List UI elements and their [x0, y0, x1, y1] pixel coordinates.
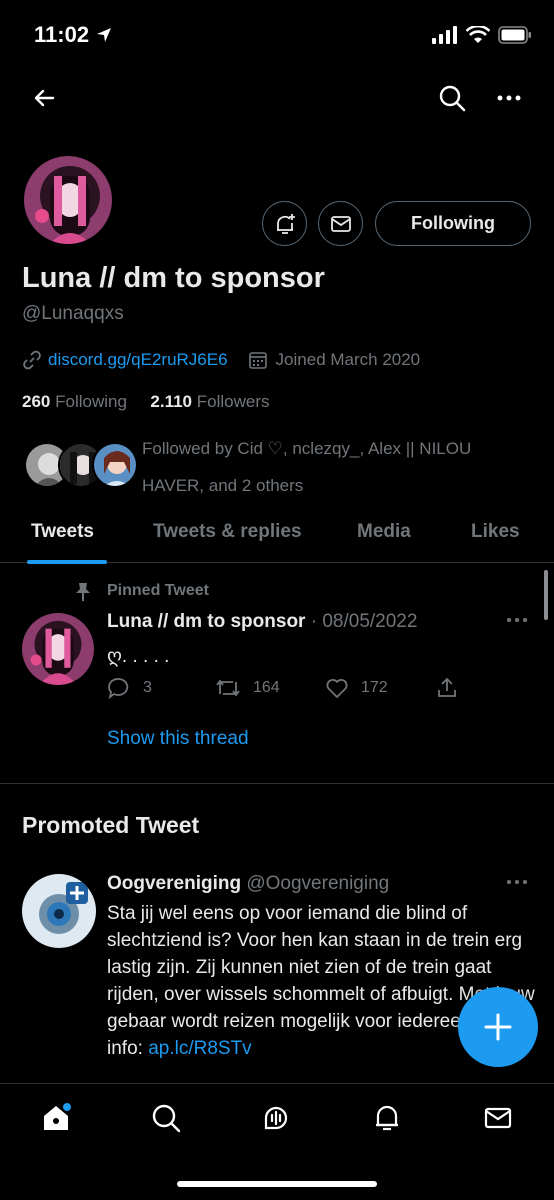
active-tab-indicator — [27, 560, 107, 564]
following-button[interactable]: Following — [375, 201, 531, 246]
profile-meta: discord.gg/qE2ruRJ6E6 Joined March 2020 — [22, 350, 420, 370]
profile-avatar[interactable] — [22, 154, 114, 246]
retweet-count: 164 — [253, 679, 280, 696]
promoted-header: Oogvereniging @Oogvereniging — [107, 873, 389, 895]
calendar-icon — [248, 352, 267, 369]
promoted-author-name[interactable]: Oogvereniging — [107, 873, 241, 894]
tab-likes[interactable]: Likes — [471, 521, 520, 543]
pinned-tweet-label: Pinned Tweet — [107, 582, 209, 599]
followers-count-link[interactable]: 2.110 Followers — [150, 392, 269, 411]
tweet-actions: 3 164 172 — [107, 676, 467, 704]
tweet-date: · 08/05/2022 — [310, 611, 418, 632]
tab-tweets-replies[interactable]: Tweets & replies — [153, 521, 302, 543]
scrollbar[interactable] — [544, 570, 548, 620]
like-count: 172 — [361, 679, 388, 696]
spaces-icon — [264, 1106, 288, 1130]
tweet-header: Luna // dm to sponsor · 08/05/2022 — [107, 611, 417, 633]
divider — [0, 783, 554, 784]
back-arrow-icon[interactable] — [32, 86, 56, 110]
status-time: 11:02 — [34, 22, 90, 47]
share-action[interactable] — [435, 676, 459, 700]
wifi-icon — [466, 26, 490, 43]
home-icon — [44, 1103, 71, 1130]
reply-icon — [108, 678, 129, 700]
show-thread-link[interactable]: Show this thread — [107, 728, 249, 750]
following-count-link[interactable]: 260 Following — [22, 392, 127, 411]
heart-icon — [326, 679, 348, 698]
share-icon — [438, 677, 456, 697]
more-icon[interactable] — [496, 86, 522, 110]
link-icon — [23, 350, 41, 370]
like-action[interactable]: 172 — [325, 676, 388, 700]
promoted-section-title: Promoted Tweet — [22, 812, 200, 838]
tweet-more-icon[interactable] — [506, 616, 528, 624]
follow-counts: 260 Following 2.110 Followers — [22, 392, 269, 412]
followed-by-row[interactable]: Followed by Cid ♡, nclezqy_, Alex || NIL… — [22, 430, 532, 500]
location-arrow-icon — [97, 28, 111, 42]
nav-spaces[interactable] — [260, 1102, 292, 1139]
promoted-link[interactable]: ap.lc/R8STv — [148, 1038, 251, 1059]
plus-icon — [484, 1013, 512, 1041]
notifications-icon — [376, 1105, 398, 1131]
reply-count: 3 — [143, 679, 152, 696]
nav-home[interactable] — [40, 1102, 72, 1139]
promoted-author-handle: @Oogvereniging — [246, 873, 390, 894]
followed-by-text: Followed by Cid ♡, nclezqy_, Alex || NIL… — [142, 439, 472, 495]
profile-tabs: Tweets Tweets & replies Media Likes — [0, 505, 554, 564]
promoted-more-icon[interactable] — [506, 878, 528, 886]
tweet-author-name[interactable]: Luna // dm to sponsor — [107, 611, 305, 632]
messages-icon — [484, 1107, 512, 1129]
nav-messages[interactable] — [482, 1102, 514, 1139]
tab-media[interactable]: Media — [357, 521, 411, 543]
followers-count: 2.110 — [150, 392, 192, 411]
search-icon[interactable] — [438, 84, 466, 112]
profile-name: Luna // dm to sponsor — [22, 262, 325, 294]
status-bar: 11:02 — [0, 0, 554, 70]
tweet-author-avatar[interactable] — [22, 613, 94, 685]
battery-icon — [498, 26, 531, 44]
compose-tweet-button[interactable] — [458, 987, 538, 1067]
message-button[interactable] — [318, 201, 363, 246]
nav-search[interactable] — [150, 1102, 182, 1139]
tab-tweets[interactable]: Tweets — [31, 521, 94, 543]
following-label: Following — [55, 392, 127, 411]
home-indicator[interactable] — [177, 1181, 377, 1187]
status-icons — [432, 26, 532, 44]
nav-notifications[interactable] — [371, 1102, 403, 1139]
bell-plus-icon — [276, 213, 295, 234]
reply-action[interactable]: 3 — [107, 676, 152, 700]
signal-icon — [432, 26, 457, 44]
retweet-action[interactable]: 164 — [215, 676, 280, 700]
notifications-toggle-button[interactable] — [262, 201, 307, 246]
search-icon — [152, 1104, 181, 1133]
profile-handle: @Lunaqqxs — [22, 303, 124, 324]
profile-link[interactable]: discord.gg/qE2ruRJ6E6 — [48, 350, 228, 370]
followers-label: Followers — [196, 392, 270, 411]
tweet-text: ღ. . . . . — [107, 646, 170, 667]
following-count: 260 — [22, 392, 51, 411]
top-nav — [0, 78, 554, 118]
follower-avatar — [92, 442, 138, 488]
promoted-author-avatar[interactable] — [22, 874, 96, 948]
pin-icon — [76, 583, 90, 601]
retweet-icon — [216, 679, 240, 697]
joined-date: Joined March 2020 — [275, 350, 421, 369]
mail-icon — [330, 215, 351, 232]
